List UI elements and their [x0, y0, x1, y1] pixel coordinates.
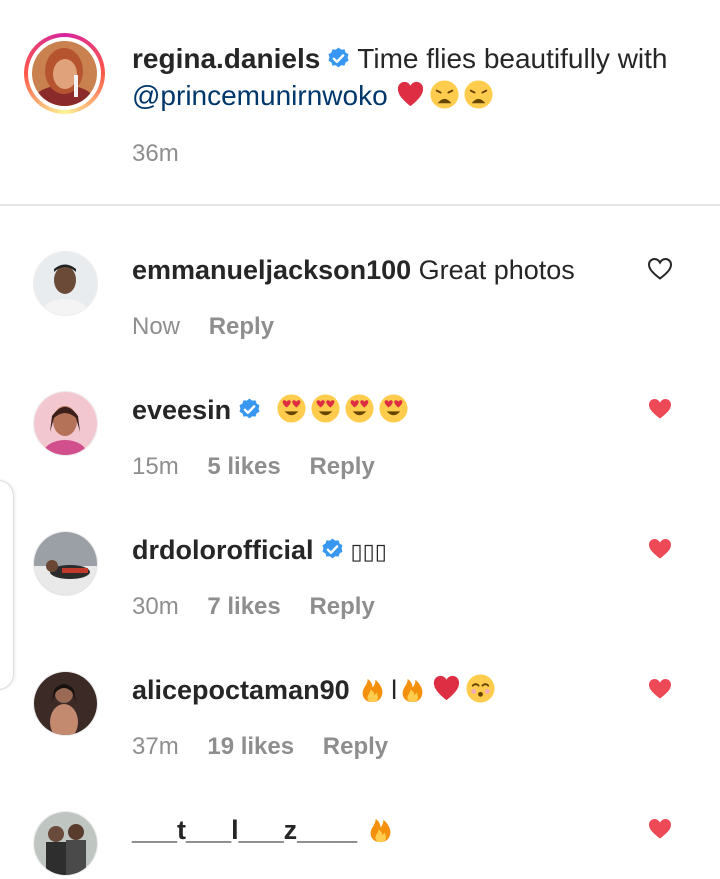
post-timestamp: 36m: [132, 140, 179, 167]
comment-meta: 37m 19 likes Reply: [132, 733, 410, 761]
comment-username[interactable]: ___t___l___z____: [132, 815, 357, 845]
red-heart-icon: [398, 81, 424, 107]
heart-eyes-icon: [277, 394, 306, 423]
story-ring[interactable]: [24, 33, 105, 114]
heart-filled-icon[interactable]: [647, 397, 673, 421]
red-heart-icon: [434, 675, 460, 701]
weary-face-icon: [430, 80, 459, 109]
reply-button[interactable]: Reply: [309, 453, 374, 480]
comment-body: Great photos: [418, 255, 575, 285]
post-caption: regina.daniels Time flies beautifully wit…: [0, 0, 720, 206]
comment-username[interactable]: alicepoctaman90: [132, 675, 350, 705]
mention-link[interactable]: @princemunirnwoko: [132, 80, 388, 111]
heart-filled-icon[interactable]: [647, 677, 673, 701]
comment-meta: Now Reply: [132, 313, 296, 341]
post-username[interactable]: regina.daniels: [132, 43, 320, 74]
caption-text: regina.daniels Time flies beautifully wit…: [132, 40, 702, 114]
comment-timestamp: 15m: [132, 453, 179, 480]
comment-timestamp: 30m: [132, 593, 179, 620]
fire-icon: [370, 818, 391, 843]
avatar[interactable]: [33, 671, 98, 736]
fire-icon: [362, 678, 383, 703]
reply-button[interactable]: Reply: [209, 313, 274, 340]
heart-filled-icon[interactable]: [647, 817, 673, 841]
verified-badge-icon: [328, 47, 349, 68]
likes-count[interactable]: 19 likes: [207, 733, 294, 760]
avatar[interactable]: [33, 391, 98, 456]
comment-username[interactable]: emmanueljackson100: [132, 255, 411, 285]
avatar[interactable]: [33, 251, 98, 316]
comment-timestamp: Now: [132, 313, 181, 340]
avatar[interactable]: [32, 41, 97, 106]
comment-text: ___t___l___z____: [132, 813, 632, 847]
heart-eyes-icon: [311, 394, 340, 423]
reply-button[interactable]: Reply: [309, 593, 374, 620]
heart-outline-icon[interactable]: [647, 257, 673, 281]
likes-count[interactable]: 5 likes: [207, 453, 280, 480]
comment-timestamp: 37m: [132, 733, 179, 760]
comment-text: emmanueljackson100 Great photos: [132, 253, 632, 287]
comment-item: eveesin 15m 5 likes Reply: [0, 380, 720, 520]
caption-body: Time flies beautifully with: [357, 43, 668, 74]
comment-item: ___t___l___z____: [0, 800, 720, 879]
comment-item: drdolorofficial ▯▯▯ 30m 7 likes Reply: [0, 520, 720, 660]
fire-icon: [402, 678, 423, 703]
likes-count[interactable]: 7 likes: [207, 593, 280, 620]
comment-text: drdolorofficial ▯▯▯: [132, 533, 632, 569]
comment-meta: 30m 7 likes Reply: [132, 593, 397, 621]
side-drawer-handle[interactable]: [0, 480, 14, 690]
heart-filled-icon[interactable]: [647, 537, 673, 561]
reply-button[interactable]: Reply: [323, 733, 388, 760]
comment-body: ▯▯▯: [350, 539, 387, 564]
comment-item: emmanueljackson100 Great photos Now Repl…: [0, 240, 720, 380]
comment-text: eveesin: [132, 393, 632, 427]
avatar[interactable]: [33, 811, 98, 876]
heart-eyes-icon: [379, 394, 408, 423]
weary-face-icon: [464, 80, 493, 109]
comment-text: alicepoctaman90 l: [132, 673, 632, 707]
heart-eyes-icon: [345, 394, 374, 423]
avatar[interactable]: [33, 531, 98, 596]
verified-badge-icon: [322, 538, 342, 559]
verified-badge-icon: [239, 398, 260, 419]
kissing-face-icon: [466, 674, 495, 703]
comment-item: alicepoctaman90 l 37m 19 likes Reply: [0, 660, 720, 800]
comment-meta: 15m 5 likes Reply: [132, 453, 397, 481]
comment-username[interactable]: drdolorofficial: [132, 535, 314, 565]
comment-username[interactable]: eveesin: [132, 395, 231, 425]
